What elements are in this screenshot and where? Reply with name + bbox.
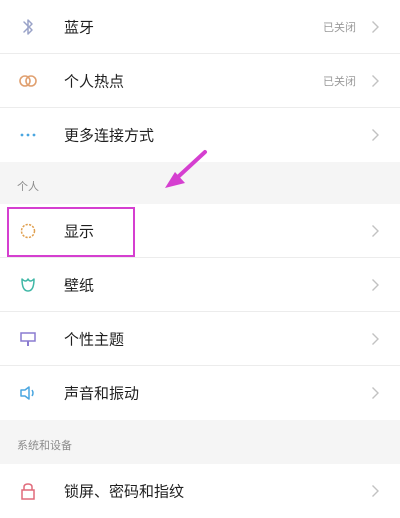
settings-row-hotspot[interactable]: 个人热点 已关闭 xyxy=(0,54,400,108)
hotspot-icon xyxy=(17,70,39,92)
settings-row-sound[interactable]: 声音和振动 xyxy=(0,366,400,420)
status-text: 已关闭 xyxy=(323,75,356,88)
settings-row-label: 更多连接方式 xyxy=(64,126,155,145)
settings-row-theme[interactable]: 个性主题 xyxy=(0,312,400,366)
settings-row-label: 壁纸 xyxy=(64,276,95,295)
settings-row-label: 锁屏、密码和指纹 xyxy=(64,482,185,501)
chevron-right-icon xyxy=(371,278,380,292)
settings-row-label: 声音和振动 xyxy=(64,384,140,403)
chevron-right-icon xyxy=(371,386,380,400)
theme-icon xyxy=(17,328,39,350)
chevron-right-icon xyxy=(371,20,380,34)
settings-row-label: 个人热点 xyxy=(64,72,125,91)
chevron-right-icon xyxy=(371,224,380,238)
status-text: 已关闭 xyxy=(323,21,356,34)
more-dots-icon xyxy=(17,124,39,146)
settings-row-lockscreen[interactable]: 锁屏、密码和指纹 xyxy=(0,464,400,518)
section-header-system: 系统和设备 xyxy=(0,426,400,464)
settings-row-label: 蓝牙 xyxy=(64,18,95,37)
settings-row-label: 个性主题 xyxy=(64,330,125,349)
speaker-icon xyxy=(17,382,39,404)
wallpaper-icon xyxy=(17,274,39,296)
chevron-right-icon xyxy=(371,332,380,346)
bluetooth-icon xyxy=(17,16,39,38)
chevron-right-icon xyxy=(371,74,380,88)
section-header-label: 个人 xyxy=(17,180,39,193)
section-header-label: 系统和设备 xyxy=(17,439,72,452)
highlight-box xyxy=(7,207,135,257)
settings-row-wallpaper[interactable]: 壁纸 xyxy=(0,258,400,312)
chevron-right-icon xyxy=(371,484,380,498)
chevron-right-icon xyxy=(371,128,380,142)
annotation-arrow-icon xyxy=(155,148,215,198)
settings-row-bluetooth[interactable]: 蓝牙 已关闭 xyxy=(0,0,400,54)
lock-icon xyxy=(17,480,39,502)
